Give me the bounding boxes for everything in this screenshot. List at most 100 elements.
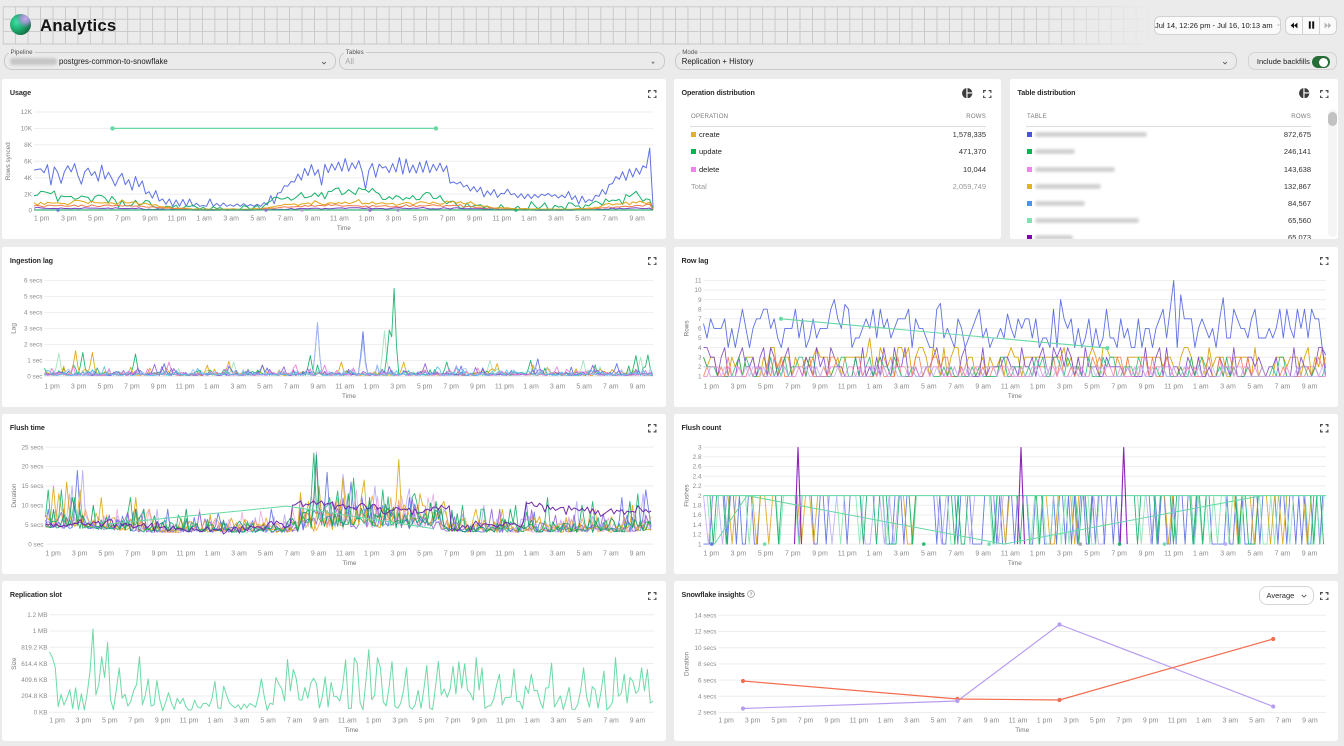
svg-text:9 am: 9 am bbox=[1302, 718, 1318, 725]
svg-text:9 pm: 9 pm bbox=[467, 216, 483, 223]
svg-text:Duration: Duration bbox=[11, 483, 18, 508]
svg-text:9 pm: 9 pm bbox=[824, 718, 840, 725]
svg-text:7 am: 7 am bbox=[1276, 718, 1292, 725]
svg-text:5 am: 5 am bbox=[577, 550, 593, 557]
svg-text:1 am: 1 am bbox=[208, 718, 224, 725]
svg-text:Time: Time bbox=[1008, 560, 1022, 567]
svg-text:5 secs: 5 secs bbox=[24, 293, 42, 300]
svg-text:7 pm: 7 pm bbox=[125, 383, 141, 390]
svg-text:7 pm: 7 pm bbox=[1116, 718, 1132, 725]
svg-text:2.8: 2.8 bbox=[693, 454, 702, 461]
svg-text:9 pm: 9 pm bbox=[152, 550, 168, 557]
svg-text:Time: Time bbox=[337, 225, 351, 232]
svg-text:3 am: 3 am bbox=[224, 216, 240, 223]
svg-text:11 am: 11 am bbox=[338, 718, 357, 725]
svg-text:3 pm: 3 pm bbox=[61, 216, 77, 223]
svg-text:1.2 MB: 1.2 MB bbox=[28, 612, 48, 619]
svg-text:0: 0 bbox=[29, 208, 33, 215]
svg-text:9 am: 9 am bbox=[630, 383, 646, 390]
svg-text:11 pm: 11 pm bbox=[1168, 718, 1187, 725]
svg-text:1 am: 1 am bbox=[1193, 383, 1209, 390]
svg-text:5 am: 5 am bbox=[931, 718, 947, 725]
svg-text:1 am: 1 am bbox=[524, 550, 540, 557]
svg-text:11 am: 11 am bbox=[336, 550, 355, 557]
svg-text:7 am: 7 am bbox=[284, 383, 300, 390]
svg-text:5 am: 5 am bbox=[261, 718, 277, 725]
svg-text:Time: Time bbox=[1008, 393, 1022, 400]
svg-text:10K: 10K bbox=[21, 126, 33, 133]
svg-text:7 pm: 7 pm bbox=[445, 718, 461, 725]
svg-text:6 secs: 6 secs bbox=[24, 277, 42, 284]
svg-text:9 am: 9 am bbox=[314, 718, 330, 725]
svg-text:Analytics: Analytics bbox=[40, 16, 116, 35]
svg-text:11 pm: 11 pm bbox=[177, 550, 196, 557]
svg-text:5 secs: 5 secs bbox=[25, 522, 43, 529]
svg-text:7 am: 7 am bbox=[1275, 383, 1291, 390]
svg-text:6 secs: 6 secs bbox=[698, 677, 716, 684]
svg-text:1 pm: 1 pm bbox=[718, 718, 734, 725]
svg-text:1 am: 1 am bbox=[205, 550, 221, 557]
svg-text:3 am: 3 am bbox=[1220, 383, 1236, 390]
svg-text:3 pm: 3 pm bbox=[1057, 550, 1073, 557]
svg-text:7 pm: 7 pm bbox=[785, 550, 801, 557]
svg-text:5 am: 5 am bbox=[258, 550, 274, 557]
svg-text:3 am: 3 am bbox=[232, 550, 248, 557]
svg-text:5 pm: 5 pm bbox=[102, 718, 118, 725]
svg-text:9 pm: 9 pm bbox=[470, 383, 486, 390]
svg-text:Lag: Lag bbox=[11, 322, 18, 333]
svg-text:6: 6 bbox=[698, 325, 702, 332]
svg-text:Time: Time bbox=[343, 560, 357, 567]
svg-text:3 am: 3 am bbox=[550, 550, 566, 557]
svg-text:9 pm: 9 pm bbox=[812, 550, 828, 557]
svg-text:1 pm: 1 pm bbox=[34, 216, 50, 223]
svg-text:9 pm: 9 pm bbox=[1143, 718, 1159, 725]
svg-text:1 am: 1 am bbox=[1193, 550, 1209, 557]
svg-text:5 pm: 5 pm bbox=[413, 216, 429, 223]
svg-text:9 pm: 9 pm bbox=[1139, 383, 1155, 390]
svg-text:11 am: 11 am bbox=[1001, 383, 1020, 390]
svg-text:5 am: 5 am bbox=[577, 383, 593, 390]
svg-text:5 pm: 5 pm bbox=[771, 718, 787, 725]
svg-text:7 am: 7 am bbox=[278, 216, 294, 223]
svg-text:11 pm: 11 pm bbox=[176, 383, 195, 390]
svg-text:1 am: 1 am bbox=[525, 718, 541, 725]
svg-text:1 MB: 1 MB bbox=[33, 628, 48, 635]
svg-text:11 pm: 11 pm bbox=[496, 550, 515, 557]
svg-text:11 pm: 11 pm bbox=[1164, 550, 1183, 557]
svg-text:1.8: 1.8 bbox=[693, 502, 702, 509]
svg-text:4: 4 bbox=[698, 344, 702, 351]
svg-text:1 pm: 1 pm bbox=[704, 550, 720, 557]
svg-text:3 pm: 3 pm bbox=[393, 718, 409, 725]
svg-text:9 am: 9 am bbox=[630, 718, 646, 725]
svg-text:11 pm: 11 pm bbox=[497, 718, 516, 725]
svg-text:Rows synced: Rows synced bbox=[5, 142, 12, 180]
svg-text:3: 3 bbox=[698, 354, 702, 361]
svg-text:4K: 4K bbox=[25, 175, 34, 182]
svg-text:7 pm: 7 pm bbox=[129, 718, 145, 725]
svg-text:9 pm: 9 pm bbox=[1139, 550, 1155, 557]
svg-text:9 am: 9 am bbox=[311, 550, 327, 557]
svg-text:3 pm: 3 pm bbox=[71, 383, 87, 390]
svg-text:11 pm: 11 pm bbox=[495, 383, 514, 390]
svg-text:9 am: 9 am bbox=[1302, 383, 1318, 390]
svg-text:7 pm: 7 pm bbox=[1111, 383, 1127, 390]
svg-text:7 pm: 7 pm bbox=[798, 718, 814, 725]
svg-text:5 am: 5 am bbox=[1247, 383, 1263, 390]
svg-text:9 am: 9 am bbox=[305, 216, 321, 223]
svg-text:10 secs: 10 secs bbox=[22, 502, 44, 509]
svg-text:5 am: 5 am bbox=[577, 718, 593, 725]
svg-text:7 am: 7 am bbox=[603, 383, 619, 390]
svg-text:1 pm: 1 pm bbox=[359, 216, 375, 223]
svg-text:0 sec: 0 sec bbox=[28, 373, 44, 380]
svg-text:2 secs: 2 secs bbox=[698, 710, 716, 717]
svg-text:1 pm: 1 pm bbox=[1030, 383, 1046, 390]
svg-text:11 am: 11 am bbox=[336, 383, 355, 390]
svg-text:20 secs: 20 secs bbox=[22, 464, 44, 471]
svg-text:9 am: 9 am bbox=[1302, 550, 1318, 557]
svg-text:7 pm: 7 pm bbox=[125, 550, 141, 557]
svg-text:Duration: Duration bbox=[684, 652, 691, 677]
svg-text:3 am: 3 am bbox=[231, 383, 247, 390]
svg-text:1.6: 1.6 bbox=[693, 512, 702, 519]
svg-text:3 am: 3 am bbox=[549, 216, 565, 223]
svg-text:5 pm: 5 pm bbox=[99, 550, 115, 557]
